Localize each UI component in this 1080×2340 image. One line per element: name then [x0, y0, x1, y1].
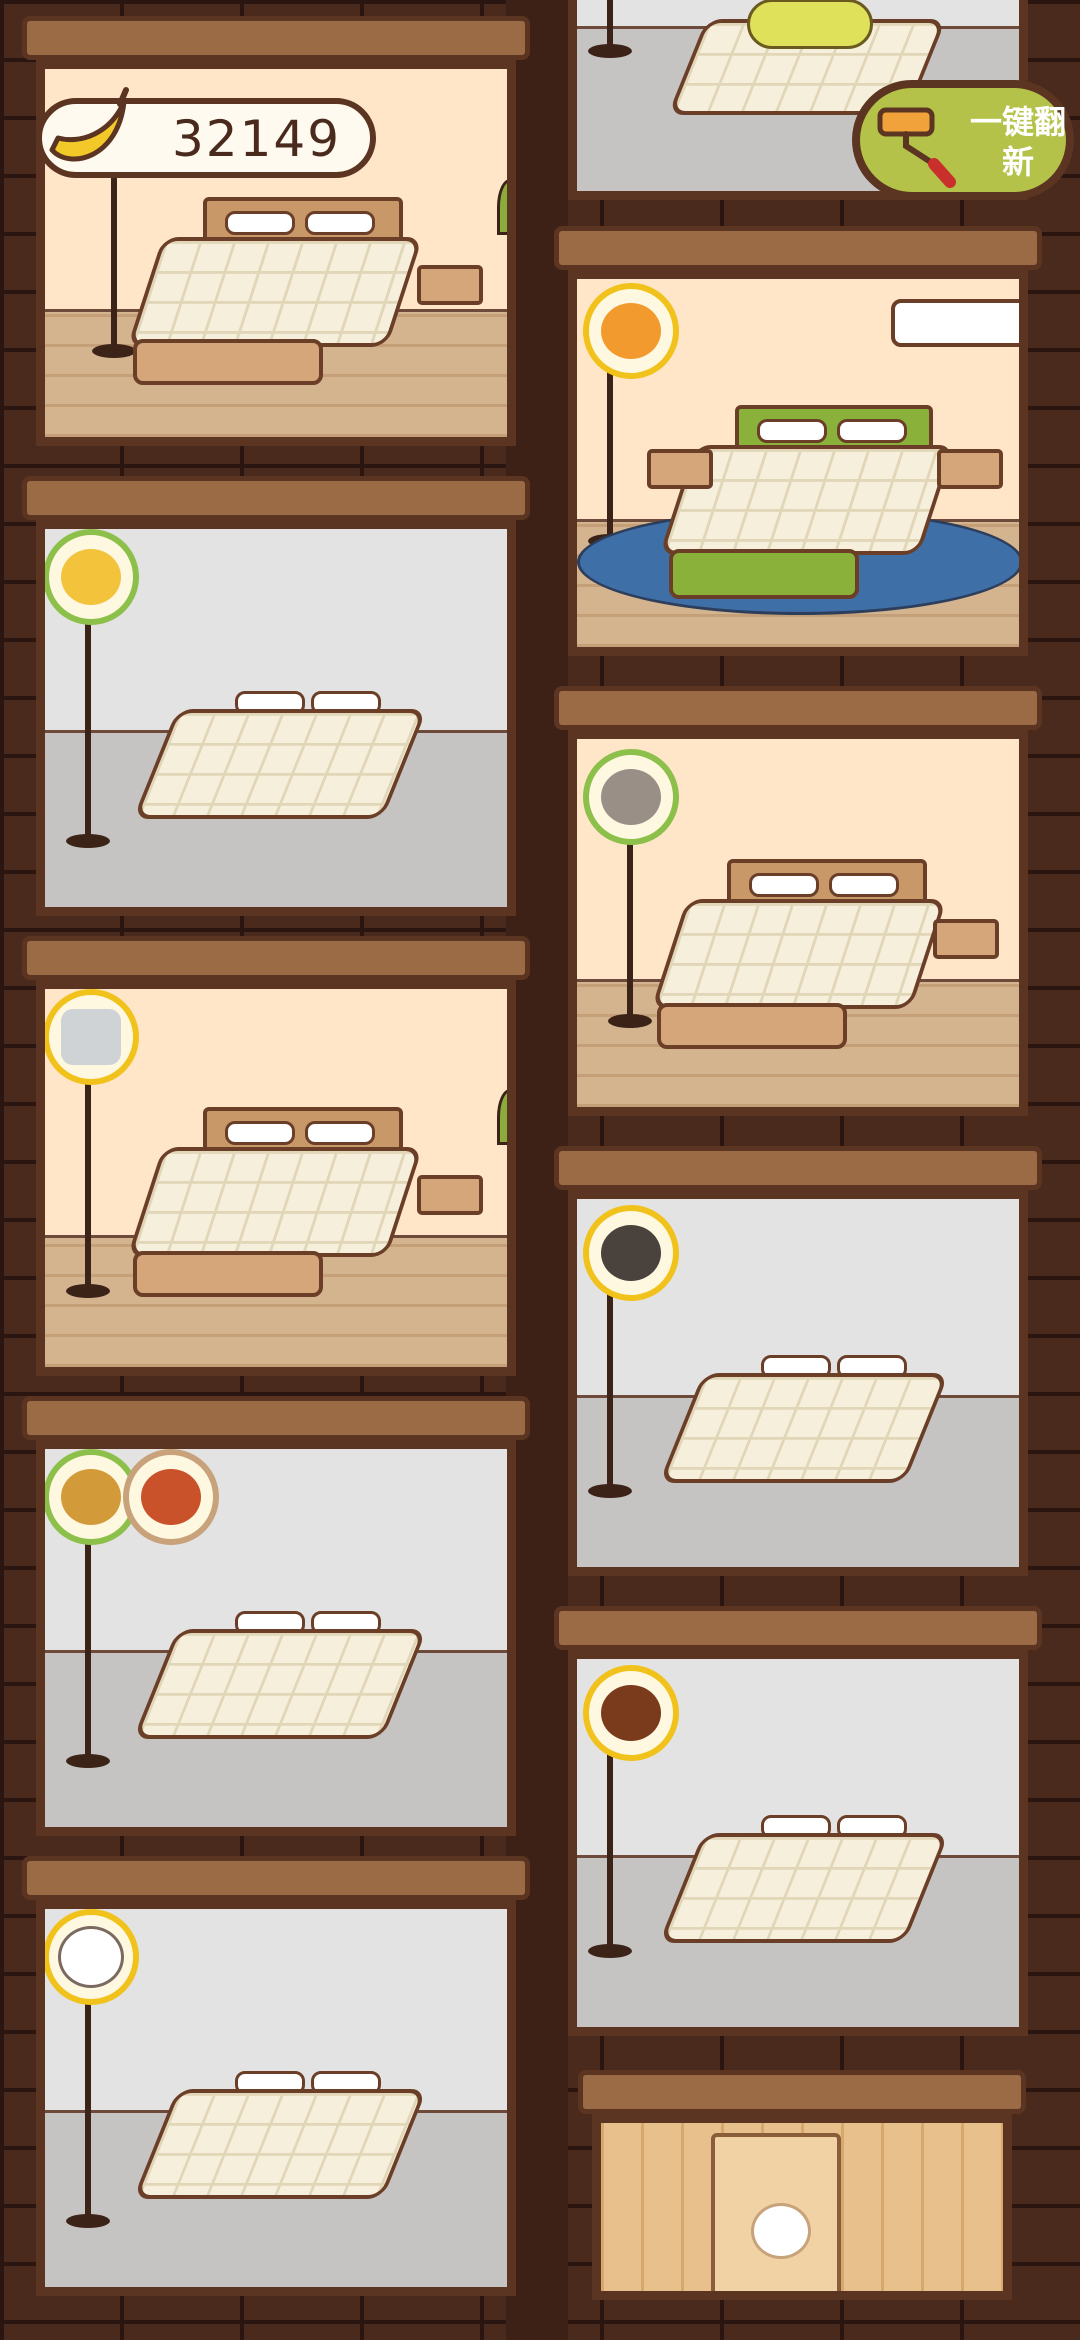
bed-mattress: [132, 1629, 428, 1739]
room-right-3[interactable]: [554, 686, 1042, 1116]
room-interior: [36, 980, 516, 1376]
burger-face-icon: [601, 1685, 661, 1741]
guest-avatar-robot[interactable]: [45, 989, 139, 1085]
room-shelf: [22, 1396, 530, 1440]
room-right-4[interactable]: [554, 1146, 1042, 1576]
room-shelf: [554, 1606, 1042, 1650]
mole-face-icon: [601, 1225, 661, 1281]
room-right-6-elevator[interactable]: [578, 2070, 1026, 2300]
bed-mattress: [651, 899, 947, 1009]
bed-mattress: [127, 1147, 423, 1257]
lion-face-icon: [61, 1469, 121, 1525]
pillow: [829, 873, 899, 897]
one-click-renovate-button[interactable]: 一键翻新: [852, 80, 1074, 200]
rabbit-face-icon: [58, 1926, 124, 1988]
lamp-base: [66, 2214, 110, 2228]
air-conditioner: [891, 299, 1019, 347]
room-shelf: [554, 226, 1042, 270]
lamp-base: [588, 1484, 632, 1498]
nightstand: [937, 449, 1003, 489]
lamp-base: [588, 1944, 632, 1958]
bed-mattress: [132, 2089, 428, 2199]
bed-mattress: [132, 709, 428, 819]
guest-avatar-rabbit[interactable]: [45, 1909, 139, 2005]
guest-avatar-dog[interactable]: [45, 529, 139, 625]
egg-decoration: [751, 2203, 811, 2259]
pillow: [225, 1121, 295, 1145]
lamp: [607, 0, 613, 49]
elevator-interior: [592, 2114, 1012, 2300]
paint-roller-icon: [877, 107, 956, 188]
lamp-base: [608, 1014, 652, 1028]
room-shelf: [554, 686, 1042, 730]
pillow: [749, 873, 819, 897]
room-shelf: [22, 936, 530, 980]
burger-face-icon: [141, 1469, 201, 1525]
bed-frame: [657, 1003, 847, 1049]
lamp: [85, 589, 91, 839]
banana-icon: [49, 87, 129, 162]
orange-face-icon: [601, 303, 661, 359]
bed-frame: [133, 339, 323, 385]
guest-avatar-burger[interactable]: [583, 1665, 679, 1761]
nightstand: [417, 265, 483, 305]
plant: [497, 179, 507, 235]
nightstand: [647, 449, 713, 489]
yellow-slime-decoration: [747, 0, 873, 49]
lamp-base: [66, 1754, 110, 1768]
nightstand: [933, 919, 999, 959]
bed-mattress: [658, 1373, 950, 1483]
robot-face-icon: [61, 1009, 121, 1065]
room-interior: [568, 730, 1028, 1116]
room-left-4[interactable]: [22, 1396, 530, 1836]
renovate-label: 一键翻新: [969, 103, 1066, 181]
lamp-base: [588, 44, 632, 58]
room-interior: [568, 1190, 1028, 1576]
lamp: [85, 1969, 91, 2219]
room-interior: [568, 1650, 1028, 2036]
room-left-5[interactable]: [22, 1856, 530, 2296]
plant: [497, 1089, 507, 1145]
lamp-base: [66, 1284, 110, 1298]
room-right-5[interactable]: [554, 1606, 1042, 2036]
bed-frame: [133, 1251, 323, 1297]
guest-avatar-raccoon[interactable]: [583, 749, 679, 845]
raccoon-face-icon: [601, 769, 661, 825]
lamp-base: [92, 344, 136, 358]
room-shelf: [578, 2070, 1026, 2114]
room-interior: [36, 1900, 516, 2296]
room-interior: [568, 270, 1028, 656]
room-shelf: [22, 476, 530, 520]
pillow: [305, 1121, 375, 1145]
room-interior: [36, 1440, 516, 1836]
guest-avatar-orange[interactable]: [583, 283, 679, 379]
room-right-2[interactable]: [554, 226, 1042, 656]
room-interior: [36, 520, 516, 916]
room-shelf: [22, 16, 530, 60]
pillow: [305, 211, 375, 235]
guest-avatar-burger[interactable]: [123, 1449, 219, 1545]
bed-frame: [669, 549, 859, 599]
pillow: [225, 211, 295, 235]
lamp: [85, 1509, 91, 1759]
guest-avatar-mole[interactable]: [583, 1205, 679, 1301]
room-shelf: [554, 1146, 1042, 1190]
pillow: [757, 419, 827, 443]
room-left-2[interactable]: [22, 476, 530, 916]
nightstand: [417, 1175, 483, 1215]
pillow: [837, 419, 907, 443]
room-shelf: [22, 1856, 530, 1900]
lamp: [85, 1049, 91, 1289]
bed-mattress: [127, 237, 423, 347]
dog-face-icon: [61, 549, 121, 605]
bed-mattress: [658, 1833, 950, 1943]
lamp-base: [66, 834, 110, 848]
room-left-3[interactable]: [22, 936, 530, 1376]
banana-count: 32149: [172, 110, 342, 168]
